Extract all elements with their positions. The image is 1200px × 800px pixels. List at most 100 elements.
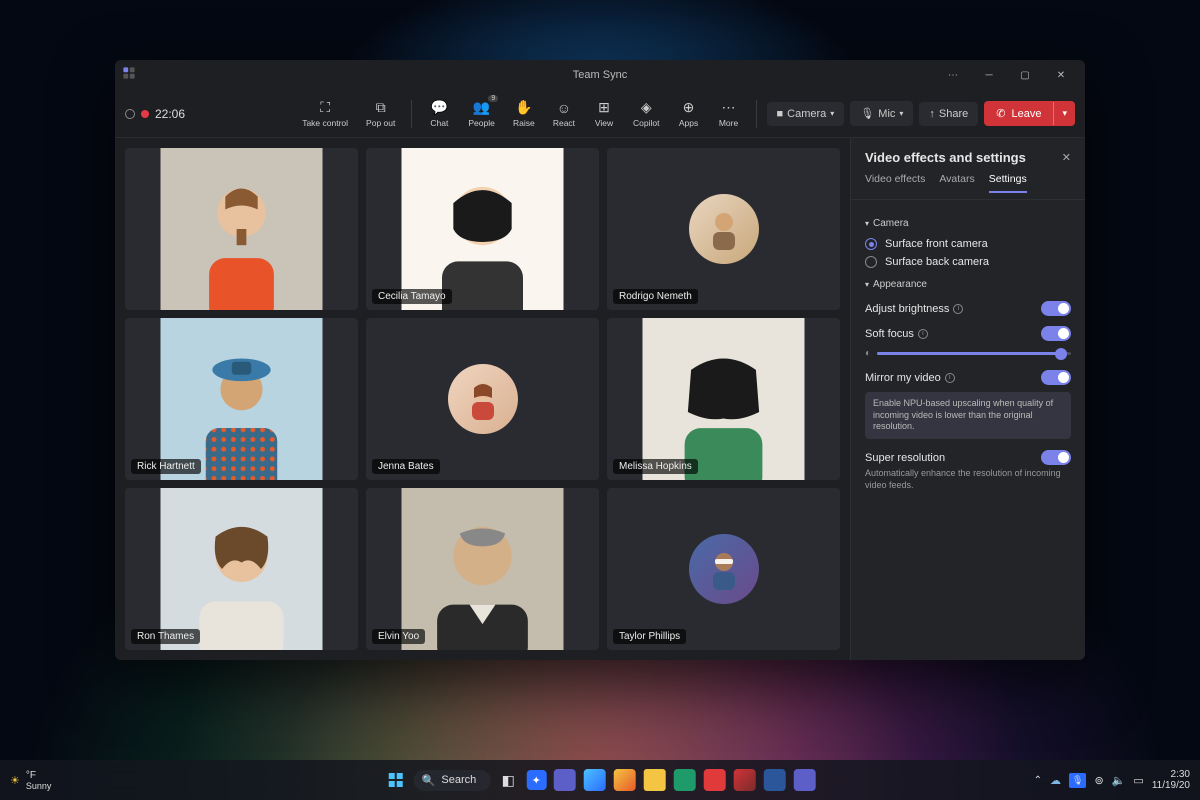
radio-icon bbox=[865, 238, 877, 250]
participant-name: Taylor Phillips bbox=[613, 629, 686, 644]
windows-taskbar: ☀ °FSunny 🔍Search ◧ ✦ ⌃ ☁ 🎙 ⊚ 🔈 ▭ 2:30 1… bbox=[0, 760, 1200, 800]
mirror-tooltip: Enable NPU-based upscaling when quality … bbox=[865, 392, 1071, 439]
window-titlebar: Team Sync ⋯ ─ ▢ ✕ bbox=[115, 60, 1085, 90]
taskbar-app[interactable] bbox=[552, 768, 576, 792]
camera-back-radio[interactable]: Surface back camera bbox=[865, 253, 1071, 271]
wifi-icon[interactable]: ⊚ bbox=[1094, 774, 1103, 787]
participant-name: Rick Hartnett bbox=[131, 459, 201, 474]
tray-expand-icon[interactable]: ⌃ bbox=[1034, 775, 1042, 786]
take-control-button[interactable]: ⛶Take control bbox=[296, 95, 354, 132]
participant-name: Cecilia Tamayo bbox=[372, 289, 452, 304]
participant-tile[interactable]: Jenna Bates bbox=[366, 318, 599, 480]
tab-avatars[interactable]: Avatars bbox=[939, 173, 974, 193]
mirror-video-label: Mirror my videoi bbox=[865, 372, 955, 384]
recording-indicator-icon bbox=[141, 110, 149, 118]
camera-front-radio[interactable]: Surface front camera bbox=[865, 235, 1071, 253]
panel-title: Video effects and settings bbox=[865, 150, 1026, 165]
apps-button[interactable]: ⊕Apps bbox=[672, 95, 706, 132]
taskbar-app[interactable] bbox=[792, 768, 816, 792]
meeting-timer: 22:06 bbox=[155, 107, 185, 121]
camera-toggle[interactable]: ■Camera▾ bbox=[767, 102, 845, 126]
react-button[interactable]: ☺React bbox=[547, 96, 581, 132]
participant-tile[interactable] bbox=[125, 148, 358, 310]
soft-focus-slider[interactable]: ◐ bbox=[865, 346, 1071, 365]
super-resolution-help: Automatically enhance the resolution of … bbox=[865, 468, 1071, 491]
radio-icon bbox=[865, 256, 877, 268]
appearance-section-title: ▾Appearance bbox=[865, 279, 1071, 290]
adjust-brightness-toggle[interactable] bbox=[1041, 301, 1071, 316]
meeting-toolbar: 22:06 ⛶Take control ⧉Pop out 💬Chat 👥9Peo… bbox=[115, 90, 1085, 138]
copilot-button[interactable]: ✦ bbox=[526, 770, 546, 790]
raise-hand-button[interactable]: ✋Raise bbox=[507, 95, 541, 132]
soft-focus-label: Soft focusi bbox=[865, 328, 928, 340]
participant-tile[interactable]: Taylor Phillips bbox=[607, 488, 840, 650]
participant-name: Elvin Yoo bbox=[372, 629, 425, 644]
close-panel-button[interactable]: ✕ bbox=[1062, 151, 1071, 164]
taskbar-app[interactable] bbox=[612, 768, 636, 792]
maximize-button[interactable]: ▢ bbox=[1007, 60, 1043, 90]
battery-icon[interactable]: ▭ bbox=[1133, 774, 1143, 787]
teams-meeting-window: Team Sync ⋯ ─ ▢ ✕ 22:06 ⛶Take control ⧉P… bbox=[115, 60, 1085, 660]
toolbar-divider bbox=[756, 100, 757, 128]
participant-tile[interactable]: Rodrigo Nemeth bbox=[607, 148, 840, 310]
tab-video-effects[interactable]: Video effects bbox=[865, 173, 925, 193]
taskbar-app[interactable] bbox=[582, 768, 606, 792]
adjust-brightness-label: Adjust brightnessi bbox=[865, 303, 963, 315]
volume-icon[interactable]: 🔈 bbox=[1112, 774, 1126, 787]
share-button[interactable]: ↑Share bbox=[919, 102, 978, 126]
more-options-button[interactable]: ⋯ bbox=[935, 60, 971, 90]
participant-name: Ron Thames bbox=[131, 629, 200, 644]
sun-icon: ☀ bbox=[10, 774, 20, 787]
avatar-icon bbox=[689, 194, 759, 264]
super-resolution-toggle[interactable] bbox=[1041, 450, 1071, 465]
participant-grid: Cecilia Tamayo Rodrigo Nemeth Rick Hartn… bbox=[115, 138, 850, 660]
copilot-button[interactable]: ◈Copilot bbox=[627, 95, 665, 132]
task-view-button[interactable]: ◧ bbox=[496, 768, 520, 792]
taskbar-search[interactable]: 🔍Search bbox=[414, 770, 491, 791]
participant-name: Jenna Bates bbox=[372, 459, 440, 474]
participant-name: Melissa Hopkins bbox=[613, 459, 698, 474]
more-button[interactable]: ⋯More bbox=[712, 95, 746, 132]
mic-toggle[interactable]: 🎙Mic▾ bbox=[850, 101, 913, 126]
taskbar-weather[interactable]: ☀ °FSunny bbox=[10, 770, 51, 791]
tray-status-icon[interactable]: 🎙 bbox=[1069, 773, 1086, 788]
participant-tile[interactable]: Cecilia Tamayo bbox=[366, 148, 599, 310]
chat-button[interactable]: 💬Chat bbox=[422, 95, 456, 132]
close-button[interactable]: ✕ bbox=[1043, 60, 1079, 90]
taskbar-app[interactable] bbox=[762, 768, 786, 792]
leave-button[interactable]: ✆Leave ▾ bbox=[984, 101, 1075, 126]
pop-out-button[interactable]: ⧉Pop out bbox=[360, 95, 401, 132]
avatar-icon bbox=[448, 364, 518, 434]
taskbar-app[interactable] bbox=[732, 768, 756, 792]
people-button[interactable]: 👥9People bbox=[462, 95, 500, 132]
info-icon[interactable]: i bbox=[953, 304, 963, 314]
video-settings-panel: Video effects and settings ✕ Video effec… bbox=[850, 138, 1085, 660]
privacy-shield-icon bbox=[125, 109, 135, 119]
tab-settings[interactable]: Settings bbox=[989, 173, 1027, 193]
info-icon[interactable]: i bbox=[918, 329, 928, 339]
participant-tile[interactable]: Ron Thames bbox=[125, 488, 358, 650]
super-resolution-label: Super resolution bbox=[865, 452, 945, 464]
panel-tabs: Video effects Avatars Settings bbox=[851, 173, 1085, 200]
start-button[interactable] bbox=[384, 768, 408, 792]
taskbar-app[interactable] bbox=[672, 768, 696, 792]
camera-section-title: ▾Camera bbox=[865, 218, 1071, 229]
info-icon[interactable]: i bbox=[945, 373, 955, 383]
taskbar-app[interactable] bbox=[642, 768, 666, 792]
leave-caret[interactable]: ▾ bbox=[1053, 102, 1075, 125]
soft-focus-toggle[interactable] bbox=[1041, 326, 1071, 341]
window-title: Team Sync bbox=[573, 69, 627, 81]
taskbar-clock[interactable]: 2:30 11/19/20 bbox=[1152, 769, 1190, 791]
onedrive-icon[interactable]: ☁ bbox=[1050, 774, 1061, 787]
search-icon: 🔍 bbox=[422, 774, 436, 787]
taskbar-app[interactable] bbox=[702, 768, 726, 792]
participant-tile[interactable]: Rick Hartnett bbox=[125, 318, 358, 480]
participant-tile[interactable]: Elvin Yoo bbox=[366, 488, 599, 650]
mirror-video-toggle[interactable] bbox=[1041, 370, 1071, 385]
minimize-button[interactable]: ─ bbox=[971, 60, 1007, 90]
participant-tile[interactable]: Melissa Hopkins bbox=[607, 318, 840, 480]
view-button[interactable]: ⊞View bbox=[587, 95, 621, 132]
app-menu-icon[interactable] bbox=[121, 65, 141, 85]
avatar-icon bbox=[689, 534, 759, 604]
toolbar-divider bbox=[411, 100, 412, 128]
